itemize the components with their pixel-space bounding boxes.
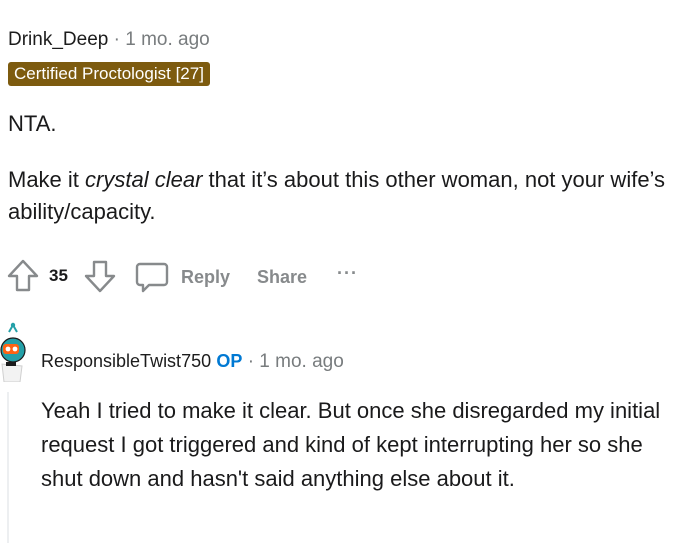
meta-separator: · bbox=[247, 351, 255, 372]
upvote-button[interactable] bbox=[7, 259, 39, 298]
op-badge: OP bbox=[216, 351, 243, 371]
emphasis-text: crystal clear bbox=[85, 167, 203, 192]
downvote-button[interactable] bbox=[84, 259, 116, 298]
thread-line[interactable] bbox=[7, 392, 9, 543]
comment-bubble-icon bbox=[135, 262, 169, 293]
comment-meta: Drink_Deep · 1 mo. ago bbox=[8, 29, 210, 51]
share-button[interactable]: Share bbox=[257, 267, 307, 288]
upvote-arrow-icon bbox=[7, 259, 39, 292]
username[interactable]: Drink_Deep bbox=[8, 29, 108, 50]
timestamp[interactable]: 1 mo. ago bbox=[259, 351, 344, 372]
downvote-arrow-icon bbox=[84, 260, 116, 293]
timestamp[interactable]: 1 mo. ago bbox=[125, 29, 210, 50]
user-flair: Certified Proctologist [27] bbox=[8, 62, 210, 86]
reply-button[interactable]: Reply bbox=[135, 260, 230, 294]
avatar[interactable] bbox=[0, 322, 30, 387]
comment-body: NTA. Make it crystal clear that it’s abo… bbox=[8, 108, 688, 228]
reply-label: Reply bbox=[181, 266, 231, 287]
meta-separator: · bbox=[113, 29, 120, 50]
comment-body: Yeah I tried to make it clear. But once … bbox=[41, 398, 661, 491]
more-options-button[interactable]: ··· bbox=[337, 263, 358, 284]
comment-meta: ResponsibleTwist750 OP · 1 mo. ago bbox=[41, 351, 344, 373]
comment-paragraph: Make it crystal clear that it’s about th… bbox=[8, 167, 666, 224]
snoo-avatar-icon bbox=[0, 322, 26, 383]
comment-paragraph: NTA. bbox=[8, 111, 57, 136]
vote-count: 35 bbox=[49, 266, 68, 285]
username[interactable]: ResponsibleTwist750 bbox=[41, 351, 211, 371]
